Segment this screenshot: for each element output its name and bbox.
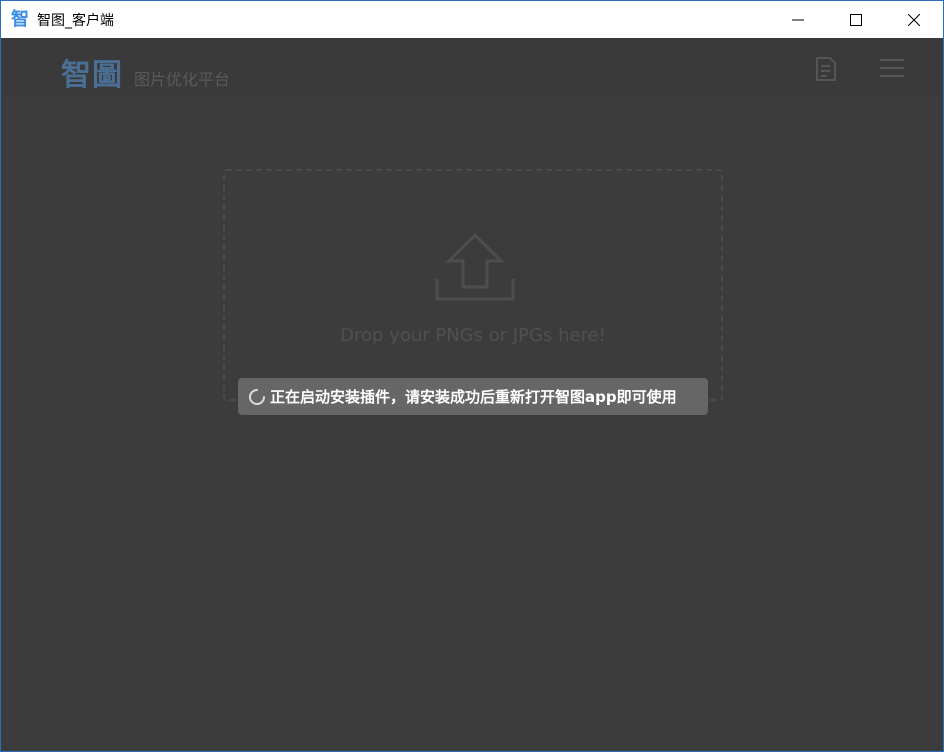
minimize-button[interactable]: [769, 1, 827, 38]
minimize-icon: [792, 19, 804, 20]
maximize-icon: [850, 13, 862, 26]
status-toast: 正在启动安装插件，请安装成功后重新打开智图app即可使用: [238, 378, 708, 415]
window-title: 智图_客户端: [37, 12, 114, 29]
close-button[interactable]: [885, 1, 943, 38]
upload-icon: [435, 232, 515, 301]
logo: 智圖: [61, 58, 123, 93]
close-icon: [908, 13, 920, 26]
maximize-button[interactable]: [827, 1, 885, 38]
logo-subtitle: 图片优化平台: [134, 70, 231, 89]
toast-message: 正在启动安装插件，请安装成功后重新打开智图app即可使用: [270, 388, 677, 406]
title-bar[interactable]: 智 智图_客户端: [1, 1, 943, 38]
spinner-icon: [249, 388, 265, 405]
document-icon[interactable]: [815, 56, 837, 82]
menu-icon[interactable]: [880, 58, 904, 78]
app-icon: 智: [11, 8, 29, 30]
app-window: 智 智图_客户端 智圖 图片优化平台 Drop your PNGs or JPG…: [0, 0, 944, 752]
window-controls: [769, 1, 943, 38]
app-header: 智圖 图片优化平台: [1, 38, 943, 98]
drop-zone-text: Drop your PNGs or JPGs here!: [340, 325, 606, 346]
drop-zone[interactable]: Drop your PNGs or JPGs here!: [223, 169, 723, 401]
